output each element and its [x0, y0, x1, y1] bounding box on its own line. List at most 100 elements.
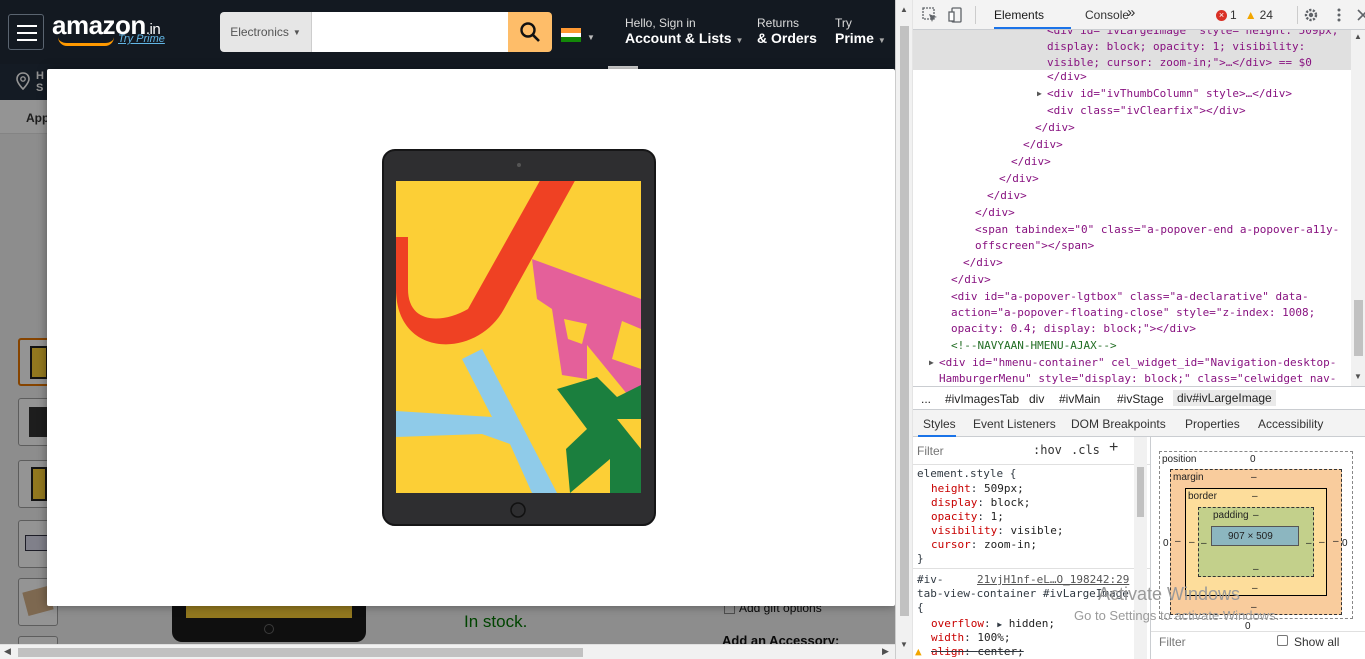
style-prop-row[interactable]: visibility: visible;: [931, 524, 1063, 538]
dom-node-line[interactable]: </div>: [1035, 119, 1075, 136]
try-prime-link[interactable]: Try Prime: [118, 33, 165, 45]
kebab-menu-icon[interactable]: [1331, 7, 1347, 23]
dom-node-line[interactable]: </div>: [1023, 136, 1063, 153]
style-prop-row[interactable]: overflow: ▶ hidden;: [931, 617, 1055, 632]
scroll-left-icon[interactable]: ◀: [4, 646, 11, 657]
styles-scrollbar[interactable]: [1134, 437, 1147, 659]
styles-filter-bar: :hov .cls +: [913, 437, 1150, 465]
returns-line1: Returns: [757, 16, 800, 30]
dom-node-line[interactable]: action="a-popover-floating-close" style=…: [951, 304, 1315, 321]
padding-left-value: –: [1201, 538, 1207, 549]
box-padding[interactable]: padding – – – – 907 × 509: [1198, 507, 1314, 577]
page-vertical-scrollbar[interactable]: ▲ ▼: [896, 0, 913, 659]
search-button[interactable]: [508, 12, 552, 52]
dom-node-line[interactable]: <div id="hmenu-container" cel_widget_id=…: [939, 354, 1336, 371]
horizontal-scrollbar[interactable]: ◀ ▶: [0, 644, 895, 659]
computed-filter-label[interactable]: Filter: [1159, 635, 1186, 649]
flag-caret-icon: ▼: [587, 33, 595, 42]
dom-node-line[interactable]: </div>: [951, 271, 991, 288]
dom-node-line[interactable]: offscreen"></span>: [975, 237, 1094, 254]
elements-tree[interactable]: <div id="ivLargeImage" style="height: 50…: [913, 30, 1365, 386]
more-tabs-button[interactable]: »: [1127, 4, 1135, 21]
error-count-badge[interactable]: × 1 ▲ 24: [1216, 8, 1273, 22]
settings-gear-icon[interactable]: [1303, 7, 1319, 23]
subtab-event-listeners[interactable]: Event Listeners: [973, 417, 1056, 431]
border-top-value: –: [1252, 491, 1258, 502]
dom-node-line[interactable]: <span tabindex="0" class="a-popover-end …: [975, 221, 1339, 238]
border-right-value: –: [1319, 537, 1325, 548]
dom-node-line[interactable]: </div>: [1047, 68, 1087, 85]
show-all-label: Show all: [1294, 635, 1340, 649]
padding-top-value: –: [1253, 510, 1259, 521]
search-category-label: Electronics: [230, 25, 289, 39]
dom-node-line[interactable]: <div id="a-popover-lgtbox" class="a-decl…: [951, 288, 1309, 305]
subtab-properties[interactable]: Properties: [1185, 417, 1240, 431]
breadcrumb-item[interactable]: ...: [921, 392, 931, 406]
dom-node-line[interactable]: <div class="ivClearfix"></div>: [1047, 102, 1246, 119]
elements-scroll-thumb[interactable]: [1354, 300, 1363, 356]
india-flag-icon[interactable]: [561, 28, 581, 42]
subtab-accessibility[interactable]: Accessibility: [1258, 417, 1323, 431]
device-toolbar-icon[interactable]: [948, 7, 964, 23]
scroll-up-icon[interactable]: ▲: [900, 5, 908, 14]
elements-scrollbar[interactable]: ▲ ▼: [1351, 30, 1365, 386]
expand-triangle-icon[interactable]: ▶: [929, 358, 934, 367]
large-product-image[interactable]: [382, 149, 656, 526]
style-prop-row[interactable]: display: block;: [931, 496, 1030, 510]
devtools-panel: ▲ ▼ Elements Console » × 1 ▲ 24 <div id=…: [895, 0, 1365, 659]
close-devtools-icon[interactable]: [1355, 7, 1365, 23]
style-prop-row[interactable]: width: 100%;: [931, 631, 1011, 645]
style-prop-row[interactable]: cursor: zoom-in;: [931, 538, 1037, 552]
breadcrumb-item-current[interactable]: div#ivLargeImage: [1173, 390, 1276, 406]
dom-breadcrumbs: ... #ivImagesTab div #ivMain #ivStage di…: [913, 386, 1365, 410]
breadcrumb-item[interactable]: #ivStage: [1117, 392, 1164, 406]
signin-line2: Account & Lists ▼: [625, 30, 744, 46]
style-prop-row[interactable]: height: 509px;: [931, 482, 1024, 496]
rule2-selector-a: #iv-: [917, 573, 944, 586]
style-prop-row-overridden[interactable]: align: center;: [931, 645, 1024, 659]
page-scroll-thumb[interactable]: [900, 26, 909, 616]
inspect-element-icon[interactable]: [922, 7, 938, 23]
dom-node-line[interactable]: </div>: [987, 187, 1027, 204]
breadcrumb-item[interactable]: #ivMain: [1059, 392, 1100, 406]
dom-node-line[interactable]: <div id="ivThumbColumn" style>…</div>: [1047, 85, 1292, 102]
signin-line1: Hello, Sign in: [625, 16, 696, 30]
dom-node-line[interactable]: HamburgerMenu" style="display: block;" c…: [939, 370, 1336, 386]
show-all-checkbox[interactable]: [1277, 635, 1288, 646]
subtab-dom-breakpoints[interactable]: DOM Breakpoints: [1071, 417, 1166, 431]
scrollbar-thumb[interactable]: [18, 648, 583, 657]
dom-node-line[interactable]: </div>: [975, 204, 1015, 221]
warning-icon: ▲: [1244, 8, 1257, 22]
breadcrumb-item[interactable]: div: [1029, 392, 1044, 406]
returns-orders-link[interactable]: Returns & Orders: [757, 16, 817, 46]
hamburger-menu-button[interactable]: [8, 14, 44, 50]
styles-scroll-thumb[interactable]: [1137, 467, 1144, 517]
scroll-up-icon[interactable]: ▲: [1354, 32, 1362, 41]
dom-node-line[interactable]: </div>: [1011, 153, 1051, 170]
dom-node-line[interactable]: opacity: 0.4; display: block;"></div>: [951, 320, 1196, 337]
padding-label: padding: [1213, 510, 1249, 521]
dom-node-line[interactable]: <!--NAVYAAN-HMENU-AJAX-->: [951, 337, 1117, 354]
styles-filter-input[interactable]: [917, 443, 1025, 459]
tab-console[interactable]: Console: [1085, 8, 1129, 22]
search-input[interactable]: [312, 12, 508, 52]
scroll-down-icon[interactable]: ▼: [900, 640, 908, 649]
account-lists-link[interactable]: Hello, Sign in Account & Lists ▼: [625, 16, 743, 46]
dom-node-line[interactable]: display: block; opacity: 1; visibility:: [1047, 38, 1305, 55]
try-prime-nav-link[interactable]: Try Prime ▼: [835, 16, 886, 46]
breadcrumb-item[interactable]: #ivImagesTab: [945, 392, 1019, 406]
subtab-styles[interactable]: Styles: [923, 417, 956, 431]
style-prop-row[interactable]: opacity: 1;: [931, 510, 1004, 524]
cls-toggle[interactable]: .cls: [1071, 443, 1100, 457]
expand-triangle-icon[interactable]: ▶: [1037, 89, 1042, 98]
scroll-right-icon[interactable]: ▶: [882, 646, 889, 657]
dom-node-line[interactable]: </div>: [999, 170, 1039, 187]
box-border[interactable]: border – – – – padding – – – – 907 × 509: [1185, 488, 1327, 596]
dom-node-line[interactable]: </div>: [963, 254, 1003, 271]
hov-toggle[interactable]: :hov: [1033, 443, 1062, 457]
tab-elements[interactable]: Elements: [994, 8, 1044, 22]
box-content[interactable]: 907 × 509: [1211, 526, 1299, 546]
search-category-select[interactable]: Electronics ▼: [220, 12, 312, 52]
scroll-down-icon[interactable]: ▼: [1354, 372, 1362, 381]
new-rule-button[interactable]: +: [1109, 439, 1118, 457]
